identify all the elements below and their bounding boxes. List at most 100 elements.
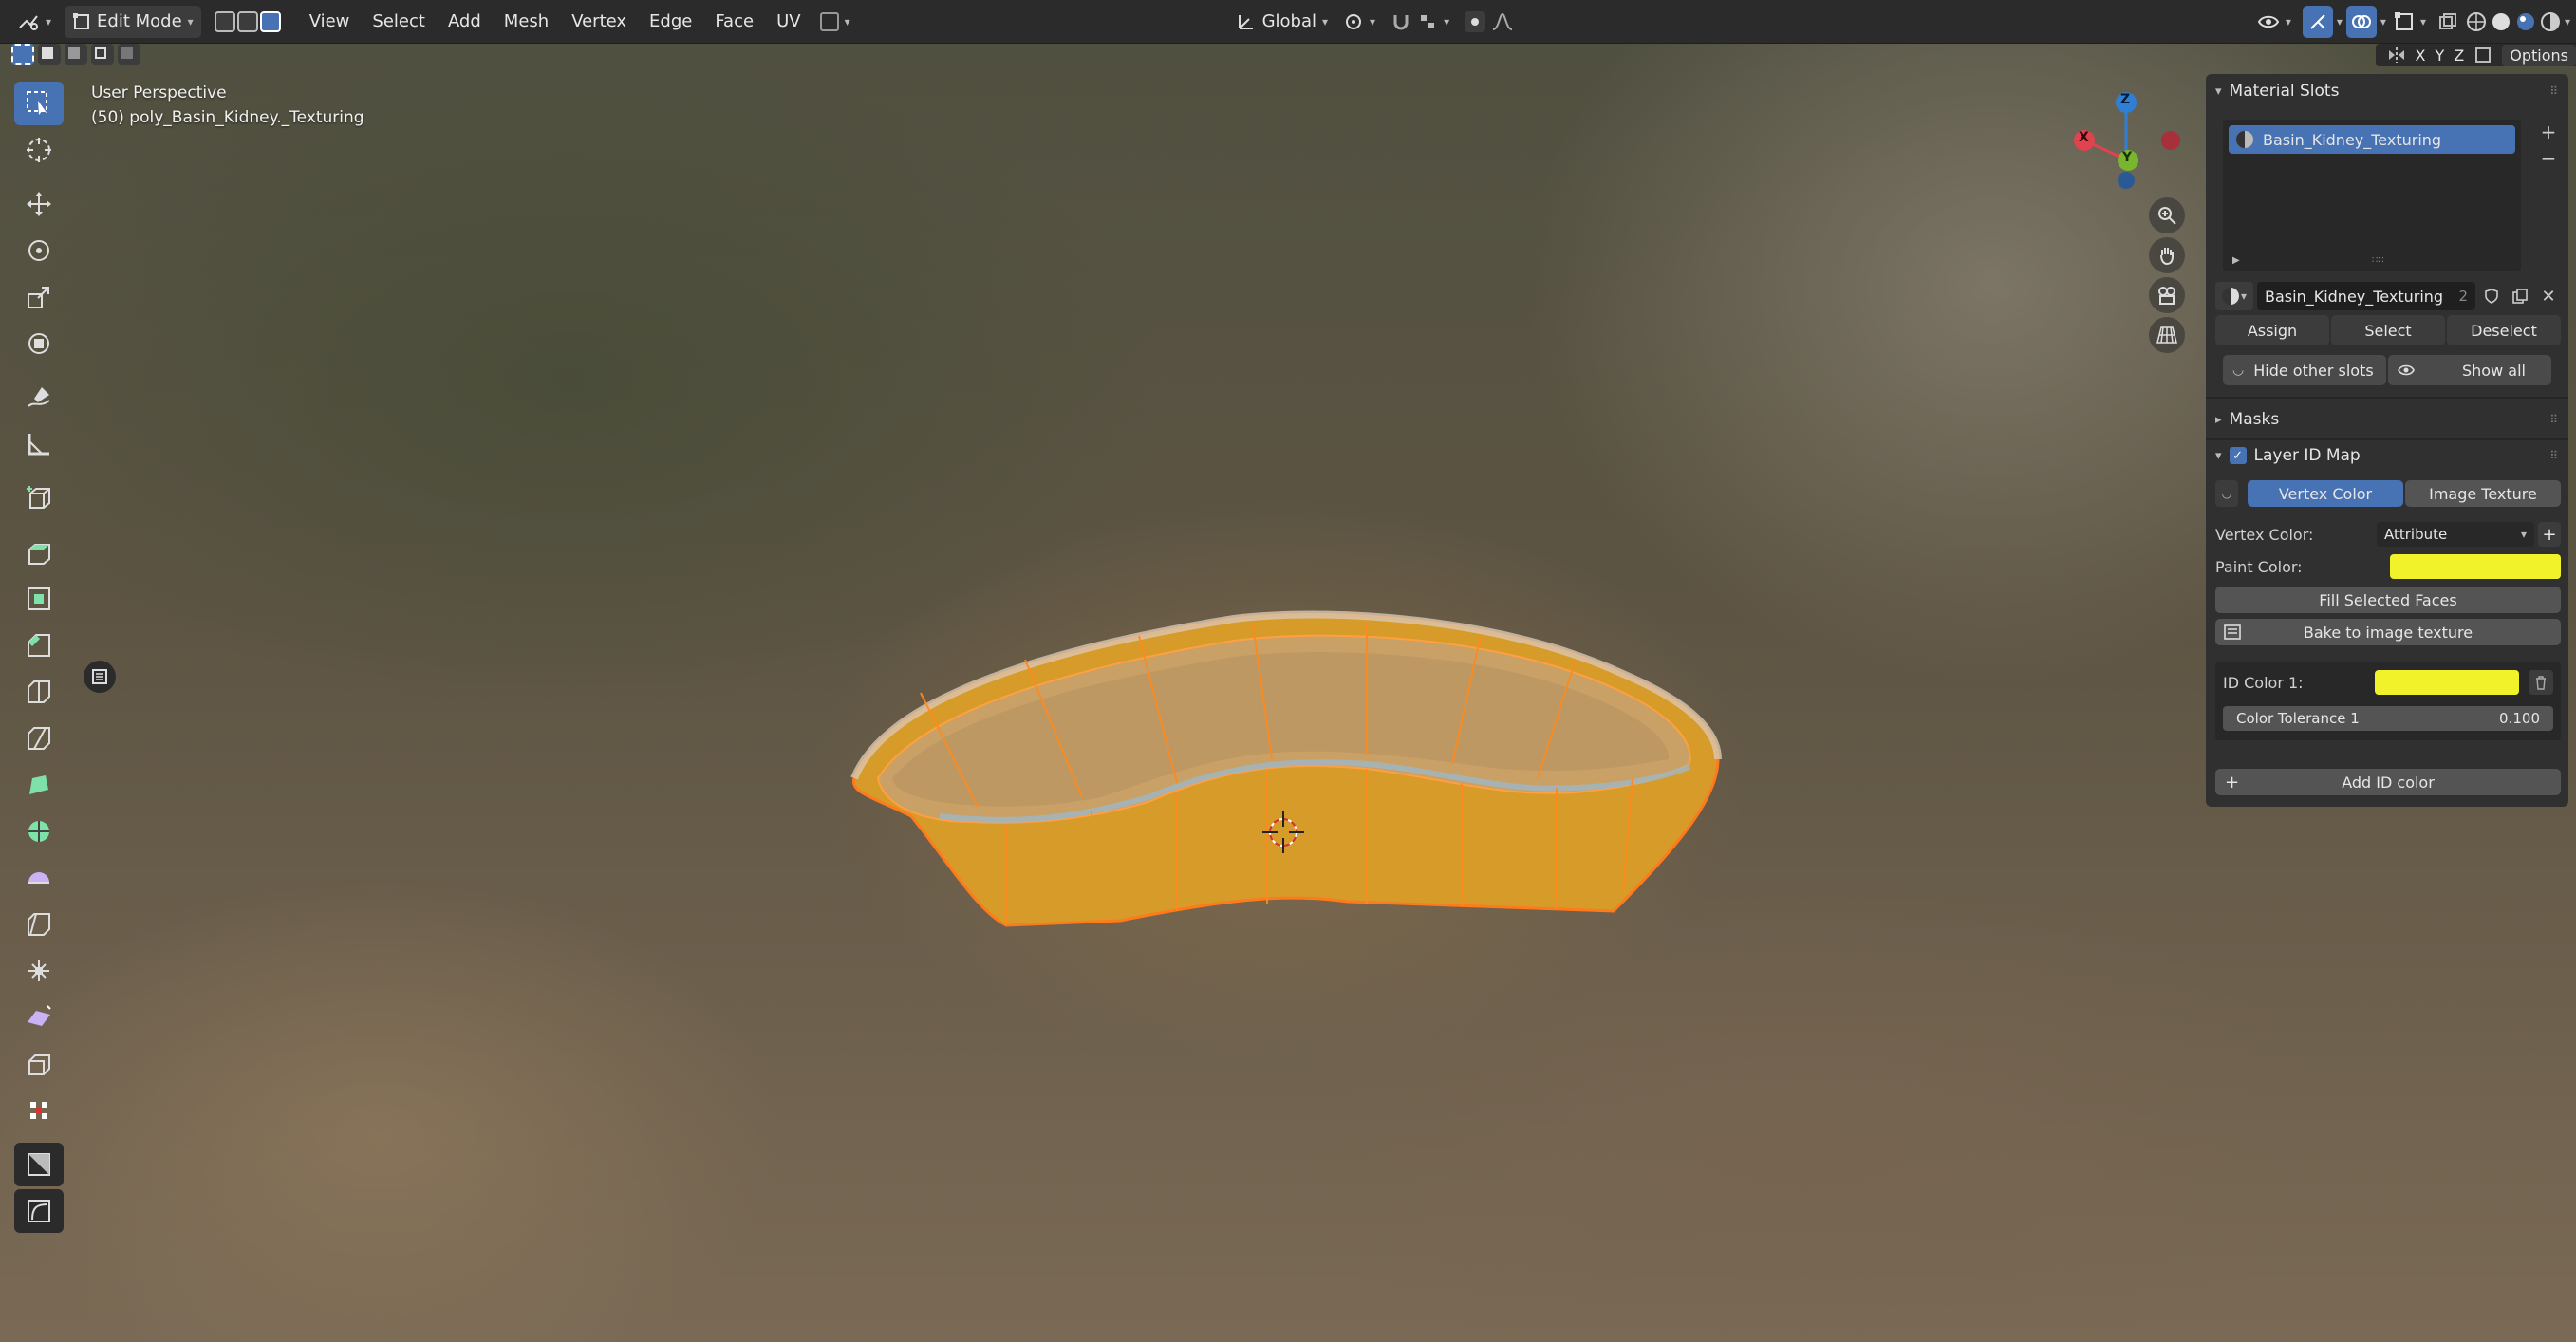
material-user-count[interactable]: 2 <box>2458 288 2468 305</box>
vertex-color-dropdown[interactable]: Attribute ▾ <box>2377 522 2534 547</box>
menu-face[interactable]: Face <box>703 11 765 31</box>
paint-color-swatch[interactable] <box>2390 554 2561 579</box>
select-new-icon[interactable] <box>11 44 34 65</box>
mirror-y-toggle[interactable]: Y <box>2436 47 2445 65</box>
add-slot-button[interactable]: + <box>2536 120 2561 144</box>
perspective-toggle-button[interactable] <box>2149 317 2185 353</box>
rip-region-tool[interactable] <box>14 1042 64 1086</box>
mirror-x-toggle[interactable]: X <box>2416 47 2426 65</box>
visibility-button[interactable]: ▾ <box>2249 6 2299 38</box>
select-button[interactable]: Select <box>2331 315 2445 345</box>
deselect-button[interactable]: Deselect <box>2447 315 2561 345</box>
material-shading-icon[interactable] <box>2515 11 2536 32</box>
edge-select-icon[interactable] <box>236 10 258 32</box>
chevron-down-icon[interactable]: ▾ <box>2565 15 2570 28</box>
material-slot-item[interactable]: Basin_Kidney_Texturing <box>2229 125 2515 154</box>
rendered-shading-icon[interactable] <box>2540 11 2561 32</box>
annotate-tool[interactable] <box>14 376 64 419</box>
rotate-tool[interactable] <box>14 229 64 272</box>
browse-material-button[interactable]: ▾ <box>2215 282 2253 310</box>
layer-id-map-checkbox[interactable]: ✓ <box>2229 447 2247 464</box>
collapse-toggle-icon[interactable]: ◡ <box>2215 480 2238 507</box>
color-tolerance-slider[interactable]: Color Tolerance 1 0.100 <box>2223 706 2553 731</box>
select-extend-icon[interactable] <box>38 44 61 65</box>
resize-handle-icon[interactable]: ∷∷ <box>2372 255 2384 266</box>
cursor-tool[interactable] <box>14 128 64 172</box>
material-slots-header[interactable]: ▾ Material Slots ⠿ <box>2206 74 2568 108</box>
pivot-point-button[interactable]: ▾ <box>1335 6 1383 38</box>
add-attribute-button[interactable]: + <box>2538 522 2561 547</box>
uv-sync-button[interactable]: ▾ <box>812 6 858 38</box>
mesh-overlays-button[interactable]: ▾ <box>2390 6 2430 38</box>
menu-add[interactable]: Add <box>437 11 493 31</box>
options-dropdown[interactable]: Options <box>2502 44 2576 66</box>
chevron-down-icon[interactable]: ▾ <box>2337 15 2343 28</box>
material-name-field[interactable]: Basin_Kidney_Texturing 2 <box>2257 282 2475 310</box>
transform-tool[interactable] <box>14 322 64 365</box>
zoom-button[interactable] <box>2149 197 2185 233</box>
poly-build-tool[interactable] <box>14 763 64 807</box>
editor-type-button[interactable]: ▾ <box>9 6 59 38</box>
loop-cut-tool[interactable] <box>14 670 64 714</box>
unlink-material-icon[interactable]: ✕ <box>2536 282 2561 310</box>
xray-toggle-button[interactable] <box>2434 6 2462 38</box>
menu-uv[interactable]: UV <box>765 11 812 31</box>
assign-button[interactable]: Assign <box>2215 315 2329 345</box>
smooth-tool[interactable] <box>14 856 64 900</box>
menu-view[interactable]: View <box>298 11 362 31</box>
bevel-tool[interactable] <box>14 624 64 667</box>
texture-paint-tool[interactable] <box>14 1143 64 1186</box>
chevron-down-icon[interactable]: ▾ <box>2380 15 2386 28</box>
auto-merge-icon[interactable] <box>2473 46 2492 65</box>
knife-tool[interactable] <box>14 717 64 760</box>
select-subtract-icon[interactable] <box>65 44 87 65</box>
solid-shading-icon[interactable] <box>2491 11 2511 32</box>
masks-header[interactable]: ▸ Masks ⠿ <box>2206 402 2568 437</box>
navigation-gizmo[interactable]: Z X Y <box>2060 85 2193 199</box>
camera-view-button[interactable] <box>2149 277 2185 313</box>
checker-deselect-tool[interactable] <box>14 1089 64 1132</box>
duplicate-material-icon[interactable] <box>2508 282 2532 310</box>
face-select-icon[interactable] <box>259 10 281 32</box>
material-slot-list[interactable]: Basin_Kidney_Texturing ▶ ∷∷ <box>2223 120 2521 271</box>
tab-vertex-color[interactable]: Vertex Color <box>2248 480 2403 507</box>
inset-tool[interactable] <box>14 577 64 621</box>
vertex-select-icon[interactable] <box>214 10 235 32</box>
measure-tool[interactable] <box>14 422 64 466</box>
select-invert-icon[interactable] <box>91 44 114 65</box>
curve-tool[interactable] <box>14 1189 64 1233</box>
add-id-color-button[interactable]: + Add ID color <box>2215 769 2561 795</box>
proportional-edit-button[interactable] <box>1457 6 1521 38</box>
extrude-tool[interactable] <box>14 531 64 574</box>
fake-user-shield-icon[interactable] <box>2479 282 2504 310</box>
menu-vertex[interactable]: Vertex <box>560 11 638 31</box>
gizmo-toggle-button[interactable] <box>2302 5 2333 38</box>
layer-id-map-header[interactable]: ▾ ✓ Layer ID Map ⠿ <box>2206 438 2568 473</box>
snap-button[interactable]: ▾ <box>1383 6 1457 38</box>
drag-handle-icon[interactable]: ⠿ <box>2549 449 2559 462</box>
expand-arrow-icon[interactable]: ▶ <box>2232 255 2240 266</box>
shear-tool[interactable] <box>14 996 64 1039</box>
shrink-fatten-tool[interactable] <box>14 949 64 993</box>
mode-selector[interactable]: Edit Mode ▾ <box>65 5 201 38</box>
show-all-button[interactable]: Show all <box>2388 355 2551 385</box>
tab-image-texture[interactable]: Image Texture <box>2405 480 2561 507</box>
mirror-z-toggle[interactable]: Z <box>2454 47 2464 65</box>
mesh-basin[interactable] <box>835 607 1737 940</box>
fill-selected-faces-button[interactable]: Fill Selected Faces <box>2215 587 2561 613</box>
scale-tool[interactable] <box>14 275 64 319</box>
wireframe-shading-icon[interactable] <box>2466 11 2487 32</box>
remove-slot-button[interactable]: − <box>2536 146 2561 171</box>
edge-slide-tool[interactable] <box>14 903 64 946</box>
menu-mesh[interactable]: Mesh <box>493 11 560 31</box>
spin-tool[interactable] <box>14 810 64 853</box>
trash-icon[interactable] <box>2529 670 2553 695</box>
menu-select[interactable]: Select <box>361 11 437 31</box>
select-box-tool[interactable] <box>14 82 64 125</box>
sidebar-toggle[interactable] <box>84 661 116 693</box>
add-cube-tool[interactable] <box>14 476 64 520</box>
drag-handle-icon[interactable]: ⠿ <box>2549 413 2559 426</box>
bake-to-image-button[interactable]: Bake to image texture <box>2215 619 2561 645</box>
id-color-swatch[interactable] <box>2375 670 2519 695</box>
move-tool[interactable] <box>14 182 64 226</box>
